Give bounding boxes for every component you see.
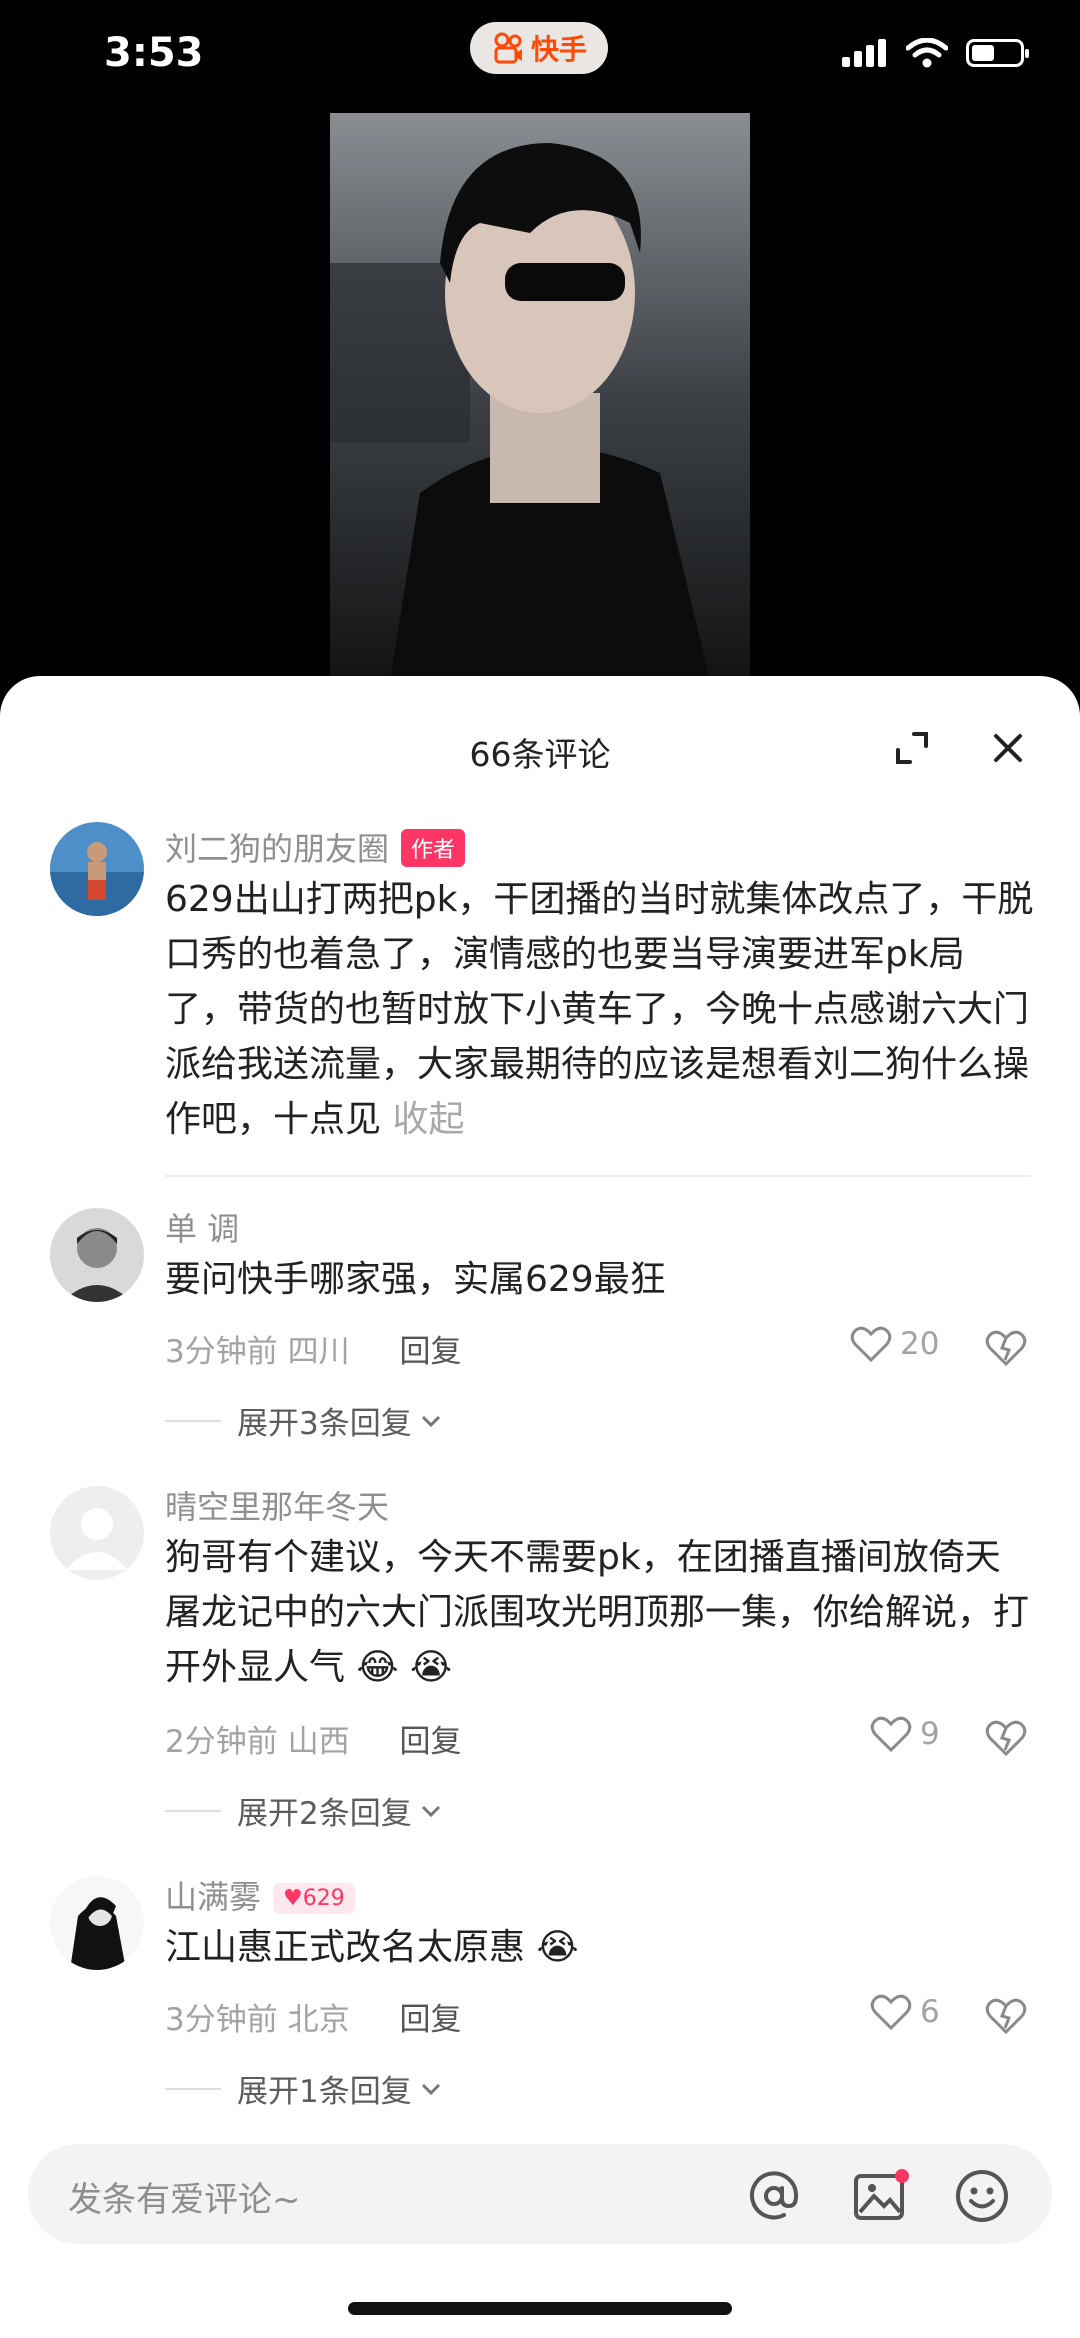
comment-text: 629出山打两把pk，干团播的当时就集体改点了，干脱口秀的也着急了，演情感的也要…	[165, 872, 1035, 1147]
app-badge[interactable]: 快手	[470, 22, 608, 74]
comment-meta: 2分钟前 山西 回复	[165, 1716, 461, 1761]
dislike-heart-icon[interactable]	[985, 1718, 1027, 1758]
comment-location: 四川	[287, 1334, 350, 1370]
like-count: 6	[920, 1994, 940, 2030]
comment-username[interactable]: 单 调	[165, 1204, 239, 1250]
cellular-signal-icon	[842, 39, 886, 67]
kuaishou-logo-icon	[494, 32, 522, 64]
fan-heart-icon: ♥	[283, 1886, 303, 1911]
status-time: 3:53	[104, 30, 204, 76]
expand-replies-label: 展开1条回复	[237, 2074, 412, 2110]
comment-input-bar[interactable]: 发条有爱评论~	[28, 2144, 1052, 2244]
comment-location: 北京	[287, 2002, 350, 2038]
comment-username[interactable]: 晴空里那年冬天	[165, 1482, 389, 1528]
chevron-down-icon	[421, 1415, 440, 1427]
comment-text: 狗哥有个建议，今天不需要pk，在团播直播间放倚天屠龙记中的六大门派围攻光明顶那一…	[165, 1537, 1030, 1688]
battery-icon	[966, 39, 1029, 67]
avatar[interactable]	[50, 1876, 144, 1970]
comment-location: 山西	[287, 1724, 350, 1760]
comment-time: 2分钟前	[165, 1724, 278, 1760]
dislike-heart-icon[interactable]	[985, 1328, 1027, 1368]
home-indicator[interactable]	[348, 2302, 732, 2315]
comment-text: 江山惠正式改名太原惠 😭	[165, 1927, 579, 1968]
reply-button[interactable]: 回复	[399, 1724, 461, 1760]
reply-button[interactable]: 回复	[399, 2002, 461, 2038]
divider-line	[165, 1809, 221, 1812]
heart-icon	[870, 1716, 912, 1753]
avatar[interactable]	[50, 822, 144, 916]
status-icons	[842, 38, 1029, 68]
like-button[interactable]: 6	[870, 1993, 940, 2031]
image-icon[interactable]	[850, 2166, 910, 2226]
comment-username[interactable]: 刘二狗的朋友圈 作者	[165, 824, 466, 870]
comment-text: 要问快手哪家强，实属629最狂	[165, 1259, 666, 1300]
wifi-icon	[906, 38, 948, 68]
author-badge: 作者	[401, 829, 466, 867]
divider-line	[165, 1419, 221, 1422]
fan-badge-level: 629	[302, 1886, 345, 1911]
comment-username[interactable]: 山满雾 ♥629	[165, 1872, 355, 1918]
comment-time: 3分钟前	[165, 1334, 278, 1370]
collapse-link[interactable]: 收起	[392, 1099, 464, 1140]
comment-body: 629出山打两把pk，干团播的当时就集体改点了，干脱口秀的也着急了，演情感的也要…	[165, 879, 1034, 1140]
chevron-down-icon	[421, 1805, 440, 1817]
username-text[interactable]: 刘二狗的朋友圈	[165, 830, 389, 868]
comment-time: 3分钟前	[165, 2002, 278, 2038]
expand-replies-button[interactable]: 展开1条回复	[165, 2066, 444, 2111]
expand-replies-label: 展开2条回复	[237, 1796, 412, 1832]
video-thumbnail[interactable]	[330, 113, 750, 680]
like-count: 9	[920, 1716, 940, 1752]
divider	[165, 1175, 1030, 1177]
heart-icon	[850, 1326, 892, 1363]
comment-input[interactable]: 发条有爱评论~	[68, 2172, 301, 2221]
notification-dot	[895, 2169, 909, 2183]
username-text[interactable]: 山满雾	[165, 1878, 261, 1916]
expand-replies-button[interactable]: 展开3条回复	[165, 1398, 444, 1443]
like-count: 20	[900, 1326, 940, 1362]
comment-sheet: 66条评论 刘二狗的朋友圈 作者 629出山打两把pk，干团播的当时就集体改点了，…	[0, 676, 1080, 2338]
at-mention-icon[interactable]	[744, 2166, 804, 2226]
expand-icon[interactable]	[892, 728, 932, 768]
sheet-header: 66条评论	[0, 676, 1080, 796]
video-person-image	[330, 113, 750, 680]
avatar[interactable]	[50, 1208, 144, 1302]
emoji-icon[interactable]	[952, 2166, 1012, 2226]
heart-icon	[870, 1994, 912, 2031]
status-bar: 3:53 快手	[0, 0, 1080, 110]
reply-button[interactable]: 回复	[399, 1334, 461, 1370]
like-button[interactable]: 20	[850, 1325, 939, 1363]
comment-meta: 3分钟前 北京 回复	[165, 1994, 461, 2039]
like-button[interactable]: 9	[870, 1715, 940, 1753]
fan-badge: ♥629	[273, 1883, 355, 1914]
expand-replies-button[interactable]: 展开2条回复	[165, 1788, 444, 1833]
comment-meta: 3分钟前 四川 回复	[165, 1326, 461, 1371]
close-icon[interactable]	[988, 728, 1028, 768]
app-name: 快手	[530, 33, 587, 66]
divider-line	[165, 2087, 221, 2090]
expand-replies-label: 展开3条回复	[237, 1406, 412, 1442]
avatar[interactable]	[50, 1486, 144, 1580]
dislike-heart-icon[interactable]	[985, 1996, 1027, 2036]
chevron-down-icon	[421, 2083, 440, 2095]
